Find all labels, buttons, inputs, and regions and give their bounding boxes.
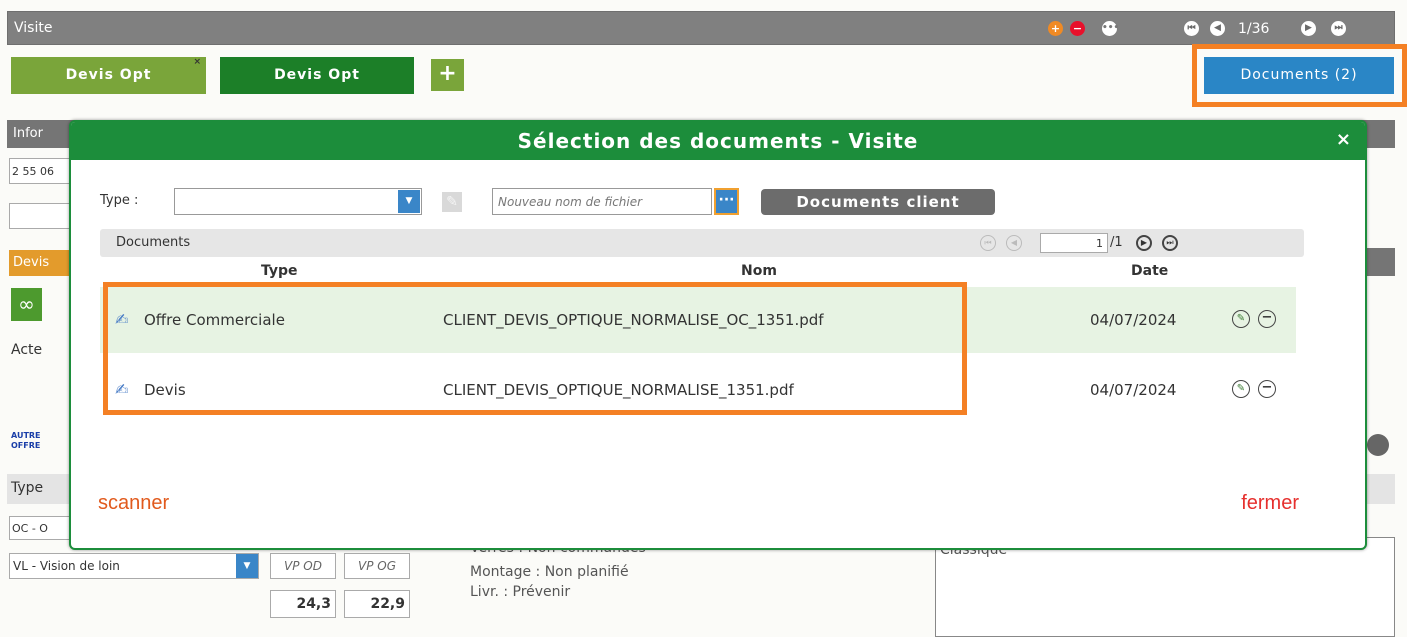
edit-icon[interactable]: ✎ <box>1232 310 1250 328</box>
tab-devis-opt-2[interactable]: Devis Opt <box>220 57 414 94</box>
window-title: Visite <box>14 20 53 36</box>
next-page-icon[interactable]: ▶ <box>1136 235 1152 251</box>
column-header-type: Type <box>261 263 298 279</box>
dialog-title: Sélection des documents - Visite <box>517 129 919 153</box>
prev-page-icon: ◀ <box>1006 235 1022 251</box>
prev-page-icon[interactable]: ◀ <box>1210 21 1225 36</box>
link-icon[interactable]: ∞ <box>11 288 42 321</box>
scanner-link[interactable]: scanner <box>98 492 169 515</box>
type-label: Type : <box>100 193 139 208</box>
window-titlebar: Visite + − ••• ⏮ ◀ 1/36 ▶ ⏭ <box>7 11 1395 45</box>
column-header-date: Date <box>1131 263 1169 279</box>
documents-section-bar: Documents ⏮ ◀ 1 /1 ▶ ⏭ <box>100 229 1304 257</box>
first-page-icon[interactable]: ⏮ <box>1184 21 1199 36</box>
vision-select[interactable]: VL - Vision de loin ▼ <box>9 553 259 579</box>
close-tab-icon[interactable]: × <box>193 44 202 81</box>
tab-label: Devis Opt <box>65 67 152 83</box>
document-date: 04/07/2024 <box>1090 381 1177 399</box>
vision-select-value: VL - Vision de loin <box>13 559 120 573</box>
remove-icon[interactable]: − <box>1258 310 1276 328</box>
play-icon[interactable] <box>1367 434 1389 456</box>
column-header-name: Nom <box>741 263 777 279</box>
livraison-status: Livr. : Prévenir <box>470 584 571 600</box>
page-number-input[interactable]: 1 <box>1040 233 1108 253</box>
record-pager: 1/36 <box>1238 21 1270 37</box>
last-page-icon[interactable]: ⏭ <box>1331 21 1346 36</box>
close-icon[interactable]: × <box>1336 129 1351 150</box>
page-total: /1 <box>1110 235 1123 250</box>
more-icon[interactable]: ••• <box>1102 21 1119 36</box>
documents-selection-dialog: Sélection des documents - Visite × Type … <box>69 120 1367 550</box>
filename-input[interactable] <box>492 188 712 215</box>
montage-status: Montage : Non planifié <box>470 564 629 580</box>
chevron-down-icon[interactable]: ▼ <box>398 190 420 213</box>
tab-label: Devis Opt <box>274 67 360 83</box>
pencil-icon: ✎ <box>442 192 462 212</box>
edit-doc-icon[interactable] <box>1367 474 1395 504</box>
client-documents-button[interactable]: Documents client <box>761 189 995 215</box>
vp-od-value[interactable]: 24,3 <box>270 590 336 618</box>
acte-label: Acte <box>11 342 43 358</box>
close-dialog-link[interactable]: fermer <box>1241 492 1299 515</box>
browse-button[interactable]: ··· <box>714 188 739 215</box>
vp-og-field[interactable]: VP OG <box>344 553 410 579</box>
type-column-header: Type <box>7 474 77 504</box>
autre-offre-icon[interactable]: AUTRE OFFRE <box>11 431 41 461</box>
edit-icon[interactable]: ✎ <box>1232 380 1250 398</box>
info-section-label: Infor <box>13 126 43 141</box>
vp-od-field[interactable]: VP OD <box>270 553 336 579</box>
vp-og-value[interactable]: 22,9 <box>344 590 410 618</box>
remove-icon[interactable]: − <box>1070 21 1085 36</box>
chevron-down-icon[interactable]: ▼ <box>236 554 258 578</box>
last-page-icon[interactable]: ⏭ <box>1162 235 1178 251</box>
notes-textarea[interactable]: Classique <box>935 537 1395 637</box>
add-icon[interactable]: + <box>1048 21 1063 36</box>
dialog-header: Sélection des documents - Visite × <box>71 122 1365 160</box>
rows-highlight-frame <box>103 282 967 415</box>
next-page-icon[interactable]: ▶ <box>1301 21 1316 36</box>
first-page-icon: ⏮ <box>980 235 996 251</box>
documents-section-label: Documents <box>116 235 191 250</box>
type-select[interactable]: ▼ <box>174 188 422 215</box>
documents-button[interactable]: Documents (2) <box>1204 57 1394 94</box>
remove-icon[interactable]: − <box>1258 380 1276 398</box>
document-date: 04/07/2024 <box>1090 311 1177 329</box>
add-tab-button[interactable]: + <box>431 59 464 91</box>
tab-devis-opt-1[interactable]: Devis Opt × <box>11 57 206 94</box>
